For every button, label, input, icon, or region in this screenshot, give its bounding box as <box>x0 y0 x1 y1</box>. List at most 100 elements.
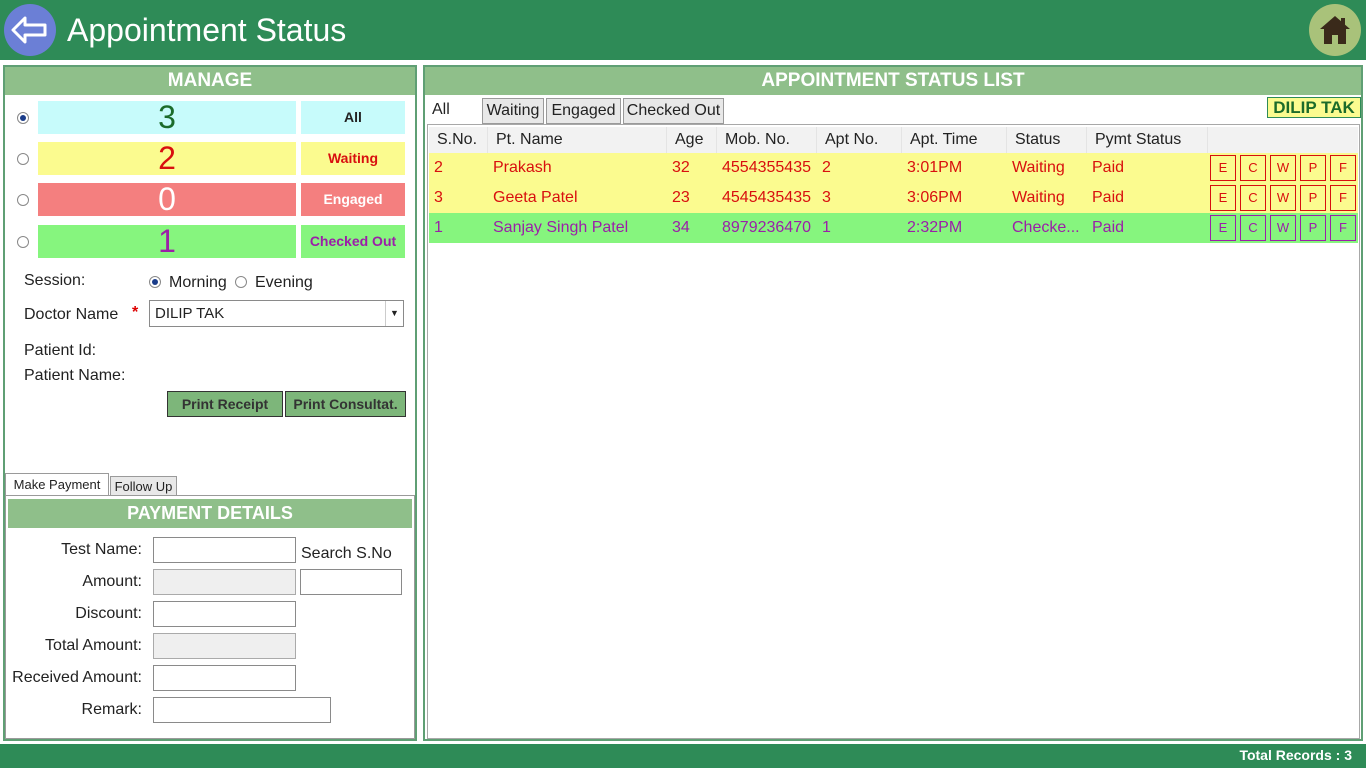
test-name-label: Test Name: <box>61 541 142 558</box>
discount-input[interactable] <box>153 601 296 627</box>
cell-age: 32 <box>672 159 690 176</box>
col-pymt-status[interactable]: Pymt Status <box>1087 127 1208 153</box>
count-all: 3 <box>38 101 296 134</box>
count-engaged: 0 <box>38 183 296 216</box>
filter-radio-waiting[interactable] <box>17 153 29 165</box>
session-label: Session: <box>24 272 86 289</box>
tab-follow-up[interactable]: Follow Up <box>110 476 177 496</box>
doctor-badge: DILIP TAK <box>1267 97 1361 118</box>
remark-label: Remark: <box>81 701 142 718</box>
manage-heading: MANAGE <box>5 67 415 95</box>
action-e-button[interactable]: E <box>1210 155 1236 181</box>
grid-header: S.No. Pt. Name Age Mob. No. Apt No. Apt.… <box>429 127 1358 153</box>
discount-label: Discount: <box>75 605 142 622</box>
total-amount-field <box>153 633 296 659</box>
col-age[interactable]: Age <box>667 127 717 153</box>
home-icon <box>1320 16 1350 44</box>
table-row[interactable]: 2 Prakash 32 4554355435 2 3:01PM Waiting Paid E C… <box>429 153 1358 183</box>
filter-radio-all[interactable] <box>17 112 29 124</box>
table-row[interactable]: 3 Geeta Patel 23 4545435435 3 3:06PM Waiting Pa… <box>429 183 1358 213</box>
cell-mobile: 8979236470 <box>722 219 811 236</box>
action-f-button[interactable]: F <box>1330 155 1356 181</box>
cell-pymt: Paid <box>1092 189 1125 206</box>
cell-sno: 2 <box>434 159 443 176</box>
total-amount-label: Total Amount: <box>45 637 142 654</box>
action-w-button[interactable]: W <box>1270 215 1296 241</box>
filter-radio-checked-out[interactable] <box>17 236 29 248</box>
filter-checked-out-button[interactable]: Checked Out <box>301 225 405 258</box>
status-bar <box>0 744 1366 768</box>
patient-name-label: Patient Name: <box>24 367 126 384</box>
page-title: Appointment Status <box>67 12 347 48</box>
tab-make-payment[interactable]: Make Payment <box>5 473 109 496</box>
cell-name: Geeta Patel <box>493 189 578 206</box>
action-p-button[interactable]: P <box>1300 185 1326 211</box>
action-f-button[interactable]: F <box>1330 215 1356 241</box>
col-apt-no[interactable]: Apt No. <box>817 127 902 153</box>
back-button[interactable] <box>4 4 56 56</box>
table-row[interactable]: 1 Sanjay Singh Patel 34 8979236470 1 2:32PM Ch… <box>429 213 1358 243</box>
amount-label: Amount: <box>82 573 142 590</box>
total-records: Total Records : 3 <box>1239 747 1352 763</box>
received-amount-label: Received Amount: <box>12 669 142 686</box>
session-evening-radio[interactable] <box>235 276 247 288</box>
cell-apt_no: 3 <box>822 189 831 206</box>
filter-all-button[interactable]: All <box>301 101 405 134</box>
filter-engaged-button[interactable]: Engaged <box>301 183 405 216</box>
count-checked-out: 1 <box>38 225 296 258</box>
tab-checked-out[interactable]: Checked Out <box>623 98 724 124</box>
action-c-button[interactable]: C <box>1240 155 1266 181</box>
col-status[interactable]: Status <box>1007 127 1087 153</box>
col-mob-no[interactable]: Mob. No. <box>717 127 817 153</box>
tab-engaged[interactable]: Engaged <box>546 98 621 124</box>
doctor-name-label: Doctor Name <box>24 306 119 323</box>
back-arrow-icon <box>11 16 47 44</box>
remark-input[interactable] <box>153 697 331 723</box>
cell-age: 34 <box>672 219 690 236</box>
count-waiting: 2 <box>38 142 296 175</box>
doctor-select[interactable]: DILIP TAK ▼ <box>149 300 404 327</box>
session-morning-label[interactable]: Morning <box>169 274 227 292</box>
col-apt-time[interactable]: Apt. Time <box>902 127 1007 153</box>
test-name-input[interactable] <box>153 537 296 563</box>
action-p-button[interactable]: P <box>1300 215 1326 241</box>
cell-name: Prakash <box>493 159 552 176</box>
col-sno[interactable]: S.No. <box>429 127 488 153</box>
action-w-button[interactable]: W <box>1270 155 1296 181</box>
grid-body: 2 Prakash 32 4554355435 2 3:01PM Waiting Paid E C… <box>429 153 1358 243</box>
filter-radio-engaged[interactable] <box>17 194 29 206</box>
session-evening-label[interactable]: Evening <box>255 274 313 292</box>
chevron-down-icon[interactable]: ▼ <box>385 301 403 326</box>
home-button[interactable] <box>1309 4 1361 56</box>
action-w-button[interactable]: W <box>1270 185 1296 211</box>
cell-status: Waiting <box>1012 159 1065 176</box>
session-morning-radio[interactable] <box>149 276 161 288</box>
cell-sno: 1 <box>434 219 443 236</box>
cell-pymt: Paid <box>1092 219 1125 236</box>
cell-apt_no: 2 <box>822 159 831 176</box>
doctor-select-value: DILIP TAK <box>155 305 225 322</box>
col-pt-name[interactable]: Pt. Name <box>488 127 667 153</box>
search-sno-input[interactable] <box>300 569 402 595</box>
action-e-button[interactable]: E <box>1210 215 1236 241</box>
tab-waiting[interactable]: Waiting <box>482 98 544 124</box>
cell-sno: 3 <box>434 189 443 206</box>
cell-status: Waiting <box>1012 189 1065 206</box>
received-amount-input[interactable] <box>153 665 296 691</box>
search-sno-label: Search S.No <box>301 545 392 562</box>
action-c-button[interactable]: C <box>1240 185 1266 211</box>
cell-pymt: Paid <box>1092 159 1125 176</box>
appointment-list-heading: APPOINTMENT STATUS LIST <box>425 67 1361 95</box>
action-p-button[interactable]: P <box>1300 155 1326 181</box>
cell-time: 3:01PM <box>907 159 963 176</box>
cell-time: 2:32PM <box>907 219 963 236</box>
action-f-button[interactable]: F <box>1330 185 1356 211</box>
filter-waiting-button[interactable]: Waiting <box>301 142 405 175</box>
payment-details-heading: PAYMENT DETAILS <box>8 499 412 528</box>
cell-apt_no: 1 <box>822 219 831 236</box>
print-receipt-button[interactable]: Print Receipt <box>167 391 283 417</box>
action-e-button[interactable]: E <box>1210 185 1236 211</box>
action-c-button[interactable]: C <box>1240 215 1266 241</box>
tab-all[interactable]: All <box>426 97 481 124</box>
print-consultation-button[interactable]: Print Consultat. <box>285 391 406 417</box>
